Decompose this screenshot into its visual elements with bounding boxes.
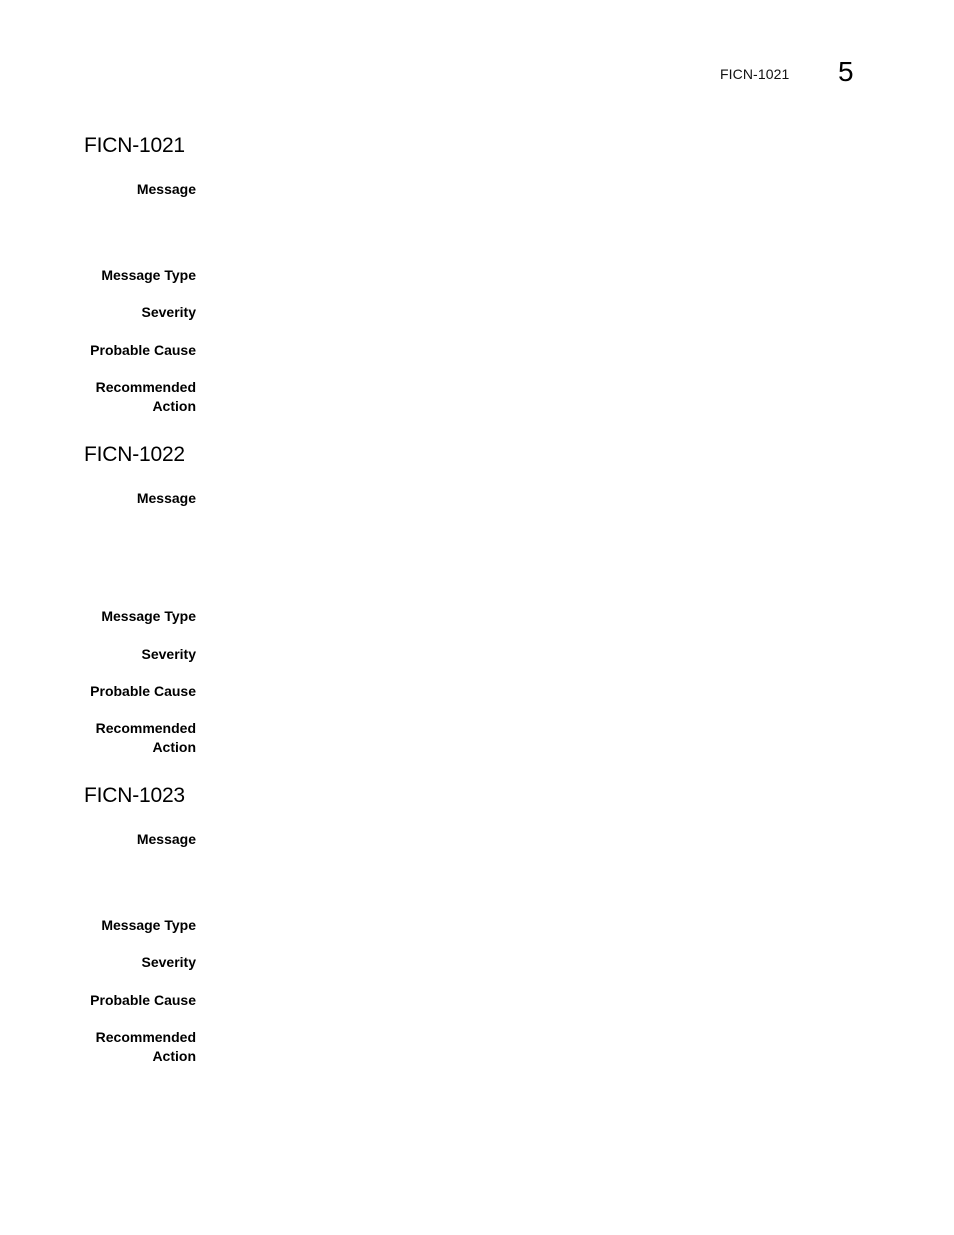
recommended-action-label-line2: Action (152, 739, 196, 755)
message-type-label: Message Type (101, 267, 196, 283)
severity-label: Severity (141, 646, 196, 662)
message-label: Message (136, 831, 196, 847)
chapter-number: 5 (838, 56, 854, 87)
recommended-action-label: Recommended Action (46, 1028, 196, 1066)
probable-cause-label: Probable Cause (90, 992, 196, 1008)
recommended-action-label: Recommended Action (46, 378, 196, 416)
message-type-label: Message Type (101, 917, 196, 933)
recommended-action-label-line1: Recommended (95, 379, 196, 395)
recommended-action-label-line2: Action (152, 1048, 196, 1064)
section-title: FICN-1021 (84, 134, 185, 157)
running-header: FICN-1021 5 (0, 56, 954, 87)
probable-cause-label: Probable Cause (90, 683, 196, 699)
recommended-action-label-line1: Recommended (95, 720, 196, 736)
message-label: Message (136, 181, 196, 197)
recommended-action-label: Recommended Action (46, 719, 196, 757)
section-title: FICN-1023 (84, 784, 185, 807)
message-label: Message (136, 490, 196, 506)
probable-cause-label: Probable Cause (90, 342, 196, 358)
running-header-title: FICN-1021 (720, 66, 790, 82)
severity-label: Severity (141, 304, 196, 320)
recommended-action-label-line1: Recommended (95, 1029, 196, 1045)
severity-label: Severity (141, 954, 196, 970)
recommended-action-label-line2: Action (152, 398, 196, 414)
section-title: FICN-1022 (84, 443, 185, 466)
message-type-label: Message Type (101, 608, 196, 624)
